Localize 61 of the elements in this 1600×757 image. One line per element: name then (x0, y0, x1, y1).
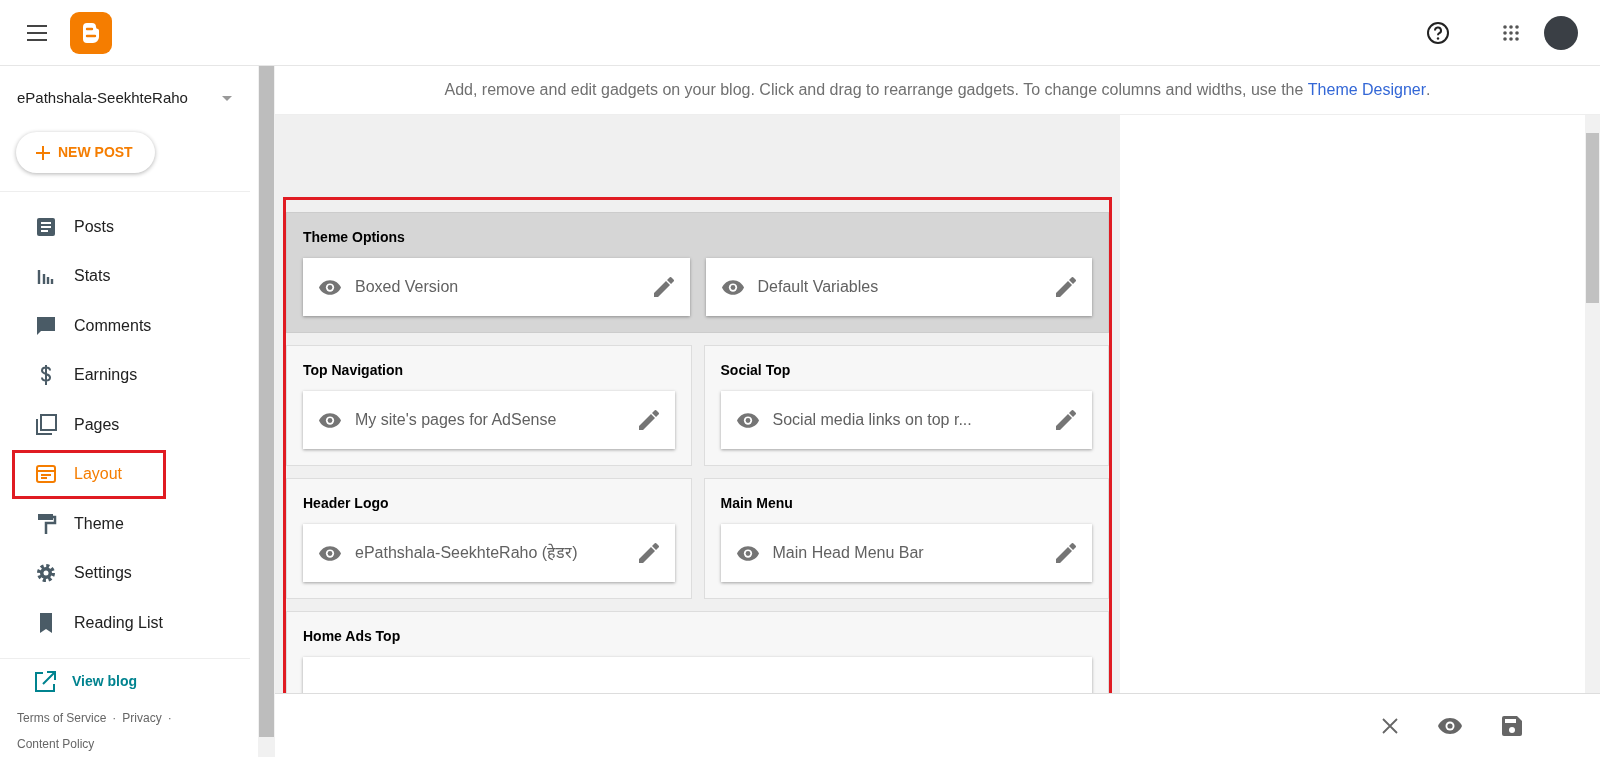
instructions-text: Add, remove and edit gadgets on your blog. Click and drag to rearrange gadgets. To change columns and widths, use the Theme Designer. (275, 66, 1600, 114)
section-title: Theme Options (303, 228, 406, 247)
pages-icon (34, 412, 58, 437)
scrollbar[interactable] (258, 66, 275, 757)
close-icon (1382, 717, 1398, 734)
gadget-card[interactable]: Main Head Menu Bar (720, 524, 1092, 582)
section-title: Top Navigation (303, 361, 405, 380)
plus-icon (36, 145, 50, 160)
sidebar-item[interactable]: Pages (12, 400, 166, 450)
gadget-title: Boxed Version (355, 277, 460, 297)
sidebar-item[interactable]: Reading List (12, 598, 166, 648)
pencil-icon[interactable] (653, 277, 674, 297)
footer-link[interactable]: Content Policy (17, 736, 95, 751)
pencil-icon[interactable] (1056, 543, 1076, 563)
separator-dot: · (112, 710, 117, 725)
separator-dot: · (167, 710, 172, 725)
sidebar-item[interactable]: Comments (12, 301, 166, 351)
gadget-title: My site's pages for AdSense (355, 410, 558, 430)
scrollbar[interactable] (1585, 115, 1600, 693)
eye-icon (319, 412, 341, 428)
pencil-icon[interactable] (638, 410, 659, 430)
pencil-icon[interactable] (1056, 410, 1076, 430)
gadget-title: Main Head Menu Bar (772, 543, 925, 563)
footer-link[interactable]: Terms of Service (17, 710, 107, 725)
gadget-card[interactable]: ePathshala-SeekhteRaho (हेडर) (303, 524, 675, 582)
section-title: Main Menu (720, 494, 794, 513)
eye-icon (1438, 717, 1462, 734)
eye-icon (721, 279, 744, 295)
menu-icon (26, 24, 48, 41)
help-icon (1426, 20, 1450, 45)
section-title: Header Logo (303, 494, 390, 513)
save-icon (1502, 715, 1522, 736)
gadget-card[interactable]: My site's pages for AdSense (303, 391, 675, 449)
gadget-title: Social media links on top r... (772, 410, 973, 430)
avatar[interactable] (1544, 15, 1578, 50)
section-title: Social Top (720, 361, 792, 380)
eye-icon (736, 412, 759, 428)
eye-icon (319, 545, 341, 561)
gadget-card[interactable]: Boxed Version (303, 258, 690, 316)
sidebar-item[interactable]: Posts (12, 202, 166, 252)
eye-icon (736, 545, 759, 561)
logo-icon[interactable] (70, 11, 112, 54)
apps-grid-icon (1502, 23, 1520, 42)
sidebar-item[interactable]: Earnings (12, 350, 166, 400)
section-title: Home Ads Top (303, 627, 402, 646)
sidebar-item[interactable]: Settings (12, 548, 166, 598)
dropdown-caret-icon (222, 95, 232, 101)
gadget-card[interactable]: Default Variables (705, 258, 1092, 316)
external-link-icon (34, 670, 56, 693)
pencil-icon[interactable] (1056, 277, 1076, 297)
theme-designer-link[interactable]: Theme Designer (1307, 78, 1427, 102)
gadget-card[interactable]: Social media links on top r... (720, 391, 1092, 449)
sidebar-item[interactable]: Theme (12, 499, 166, 549)
eye-icon (319, 279, 341, 295)
pencil-icon[interactable] (638, 543, 659, 563)
view-blog-link[interactable]: View blog (0, 658, 250, 705)
gadget-title: ePathshala-SeekhteRaho (हेडर) (355, 542, 579, 563)
sidebar-item[interactable]: Stats (12, 251, 166, 301)
footer-link[interactable]: Privacy (122, 710, 162, 725)
gadget-title: Default Variables (757, 277, 880, 297)
blog-selector[interactable]: ePathshala-SeekhteRaho (0, 82, 250, 114)
